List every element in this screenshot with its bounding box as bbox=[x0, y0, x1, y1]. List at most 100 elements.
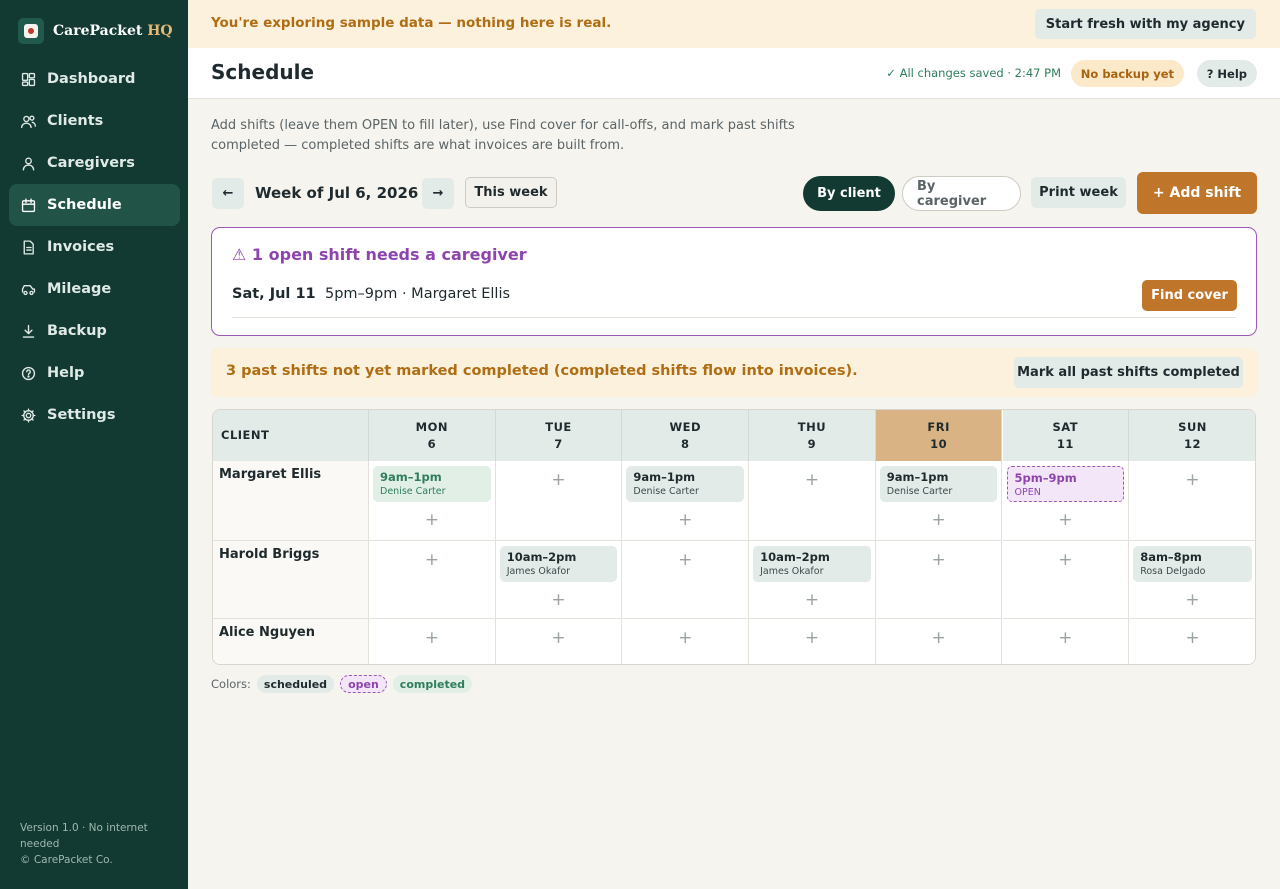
past-shifts-text: 3 past shifts not yet marked completed (… bbox=[226, 363, 858, 379]
day-number: 7 bbox=[554, 437, 563, 451]
add-shift-plus-icon[interactable]: + bbox=[496, 592, 622, 609]
add-shift-plus-icon[interactable]: + bbox=[496, 472, 622, 489]
view-by-caregiver-toggle[interactable]: By caregiver bbox=[902, 176, 1021, 211]
shift-time: 5pm–9pm bbox=[1014, 471, 1077, 485]
calendar-icon bbox=[20, 197, 47, 214]
schedule-cell[interactable]: 9am–1pm Denise Carter + bbox=[875, 461, 1003, 541]
schedule-cell[interactable]: + bbox=[749, 619, 876, 664]
this-week-button[interactable]: This week bbox=[465, 177, 557, 208]
column-header-sun: SUN 12 bbox=[1129, 410, 1255, 461]
schedule-cell[interactable]: + bbox=[749, 461, 876, 541]
sidebar-item-help[interactable]: Help bbox=[9, 352, 180, 394]
add-shift-plus-icon[interactable]: + bbox=[876, 512, 1002, 529]
week-label: Week of Jul 6, 2026 bbox=[255, 184, 419, 202]
schedule-cell[interactable]: 9am–1pm Denise Carter + bbox=[369, 461, 496, 541]
print-week-button[interactable]: Print week bbox=[1031, 177, 1126, 208]
add-shift-plus-icon[interactable]: + bbox=[1129, 592, 1255, 609]
shift-caregiver: Denise Carter bbox=[380, 486, 446, 497]
schedule-cell[interactable]: + bbox=[875, 619, 1003, 664]
day-number: 6 bbox=[427, 437, 437, 451]
backup-status-badge[interactable]: No backup yet bbox=[1070, 60, 1184, 87]
schedule-cell[interactable]: + bbox=[622, 619, 750, 664]
schedule-cell[interactable]: 8am–8pm Rosa Delgado + bbox=[1129, 541, 1255, 619]
add-shift-plus-icon[interactable]: + bbox=[369, 630, 495, 647]
sidebar-item-invoices[interactable]: Invoices bbox=[9, 226, 180, 268]
schedule-cell[interactable]: + bbox=[369, 619, 496, 664]
add-shift-plus-icon[interactable]: + bbox=[749, 630, 875, 647]
add-shift-plus-icon[interactable]: + bbox=[622, 552, 748, 569]
add-shift-plus-icon[interactable]: + bbox=[369, 512, 495, 529]
add-shift-plus-icon[interactable]: + bbox=[1129, 630, 1255, 647]
shift-card[interactable]: 10am–2pm James Okafor bbox=[753, 546, 871, 582]
sidebar-item-caregivers[interactable]: Caregivers bbox=[9, 142, 180, 184]
add-shift-plus-icon[interactable]: + bbox=[496, 630, 622, 647]
sidebar-item-label: Caregivers bbox=[47, 155, 135, 171]
schedule-cell[interactable]: + bbox=[495, 619, 623, 664]
schedule-cell[interactable]: + bbox=[1002, 619, 1130, 664]
shift-card[interactable]: 10am–2pm James Okafor bbox=[499, 546, 618, 582]
next-week-button[interactable]: → bbox=[422, 178, 454, 209]
schedule-cell[interactable]: + bbox=[1129, 619, 1255, 664]
client-name: Margaret Ellis bbox=[219, 467, 322, 482]
add-shift-plus-icon[interactable]: + bbox=[1003, 552, 1129, 569]
shift-caregiver: Denise Carter bbox=[633, 486, 699, 497]
intro-text: Add shifts (leave them OPEN to fill late… bbox=[211, 118, 795, 153]
sidebar-item-dashboard[interactable]: Dashboard bbox=[9, 58, 180, 100]
add-shift-plus-icon[interactable]: + bbox=[876, 630, 1002, 647]
shift-time: 10am–2pm bbox=[506, 550, 577, 564]
sidebar-item-clients[interactable]: Clients bbox=[9, 100, 180, 142]
column-header-client: CLIENT bbox=[213, 410, 369, 461]
start-fresh-button[interactable]: Start fresh with my agency bbox=[1034, 9, 1256, 39]
schedule-cell[interactable]: + bbox=[1002, 541, 1130, 619]
add-shift-plus-icon[interactable]: + bbox=[749, 592, 875, 609]
schedule-cell[interactable]: + bbox=[1129, 461, 1255, 541]
mark-all-completed-button[interactable]: Mark all past shifts completed bbox=[1014, 357, 1243, 388]
client-name: Alice Nguyen bbox=[219, 625, 316, 640]
view-by-client-toggle[interactable]: By client bbox=[803, 176, 895, 211]
shift-caregiver: OPEN bbox=[1014, 487, 1041, 498]
shift-card[interactable]: 8am–8pm Rosa Delgado bbox=[1133, 546, 1252, 582]
gear-icon bbox=[20, 407, 47, 424]
shift-card[interactable]: 5pm–9pm OPEN bbox=[1006, 466, 1125, 502]
add-shift-plus-icon[interactable]: + bbox=[1003, 630, 1129, 647]
day-name: SUN bbox=[1178, 420, 1207, 434]
help-button[interactable]: ? Help bbox=[1196, 60, 1257, 87]
add-shift-plus-icon[interactable]: + bbox=[876, 552, 1002, 569]
sidebar-item-settings[interactable]: Settings bbox=[9, 394, 180, 436]
sidebar-item-mileage[interactable]: Mileage bbox=[9, 268, 180, 310]
day-name: FRI bbox=[927, 420, 950, 434]
add-shift-plus-icon[interactable]: + bbox=[622, 630, 748, 647]
legend-label: Colors: bbox=[211, 677, 251, 691]
column-header-mon: MON 6 bbox=[369, 410, 496, 461]
day-name: TUE bbox=[545, 420, 572, 434]
brand-logo-icon bbox=[18, 18, 44, 44]
schedule-cell[interactable]: 10am–2pm James Okafor + bbox=[495, 541, 623, 619]
shift-caregiver: James Okafor bbox=[760, 566, 824, 577]
add-shift-plus-icon[interactable]: + bbox=[749, 472, 875, 489]
add-shift-button[interactable]: + Add shift bbox=[1137, 172, 1257, 214]
add-shift-plus-icon[interactable]: + bbox=[622, 512, 748, 529]
schedule-cell[interactable]: 10am–2pm James Okafor + bbox=[749, 541, 876, 619]
schedule-cell[interactable]: + bbox=[495, 461, 623, 541]
schedule-cell[interactable]: + bbox=[875, 541, 1003, 619]
sidebar-item-backup[interactable]: Backup bbox=[9, 310, 180, 352]
shift-card[interactable]: 9am–1pm Denise Carter bbox=[373, 466, 491, 502]
find-cover-button[interactable]: Find cover bbox=[1142, 280, 1237, 311]
day-name: SAT bbox=[1052, 420, 1079, 434]
schedule-cell[interactable]: + bbox=[369, 541, 496, 619]
add-shift-plus-icon[interactable]: + bbox=[1129, 472, 1255, 489]
schedule-cell[interactable]: 5pm–9pm OPEN + bbox=[1002, 461, 1130, 541]
invoice-icon bbox=[20, 239, 47, 256]
brand[interactable]: CarePacket HQ bbox=[18, 18, 173, 44]
add-shift-plus-icon[interactable]: + bbox=[369, 552, 495, 569]
shift-card[interactable]: 9am–1pm Denise Carter bbox=[626, 466, 745, 502]
caregivers-icon bbox=[20, 155, 47, 172]
add-shift-plus-icon[interactable]: + bbox=[1003, 512, 1129, 529]
sidebar-item-schedule[interactable]: Schedule bbox=[9, 184, 180, 226]
schedule-cell[interactable]: + bbox=[622, 541, 750, 619]
sidebar-item-label: Clients bbox=[47, 113, 104, 129]
shift-card[interactable]: 9am–1pm Denise Carter bbox=[879, 466, 998, 502]
schedule-cell[interactable]: 9am–1pm Denise Carter + bbox=[622, 461, 750, 541]
prev-week-button[interactable]: ← bbox=[212, 178, 244, 209]
column-header-fri: FRI 10 bbox=[875, 410, 1003, 461]
